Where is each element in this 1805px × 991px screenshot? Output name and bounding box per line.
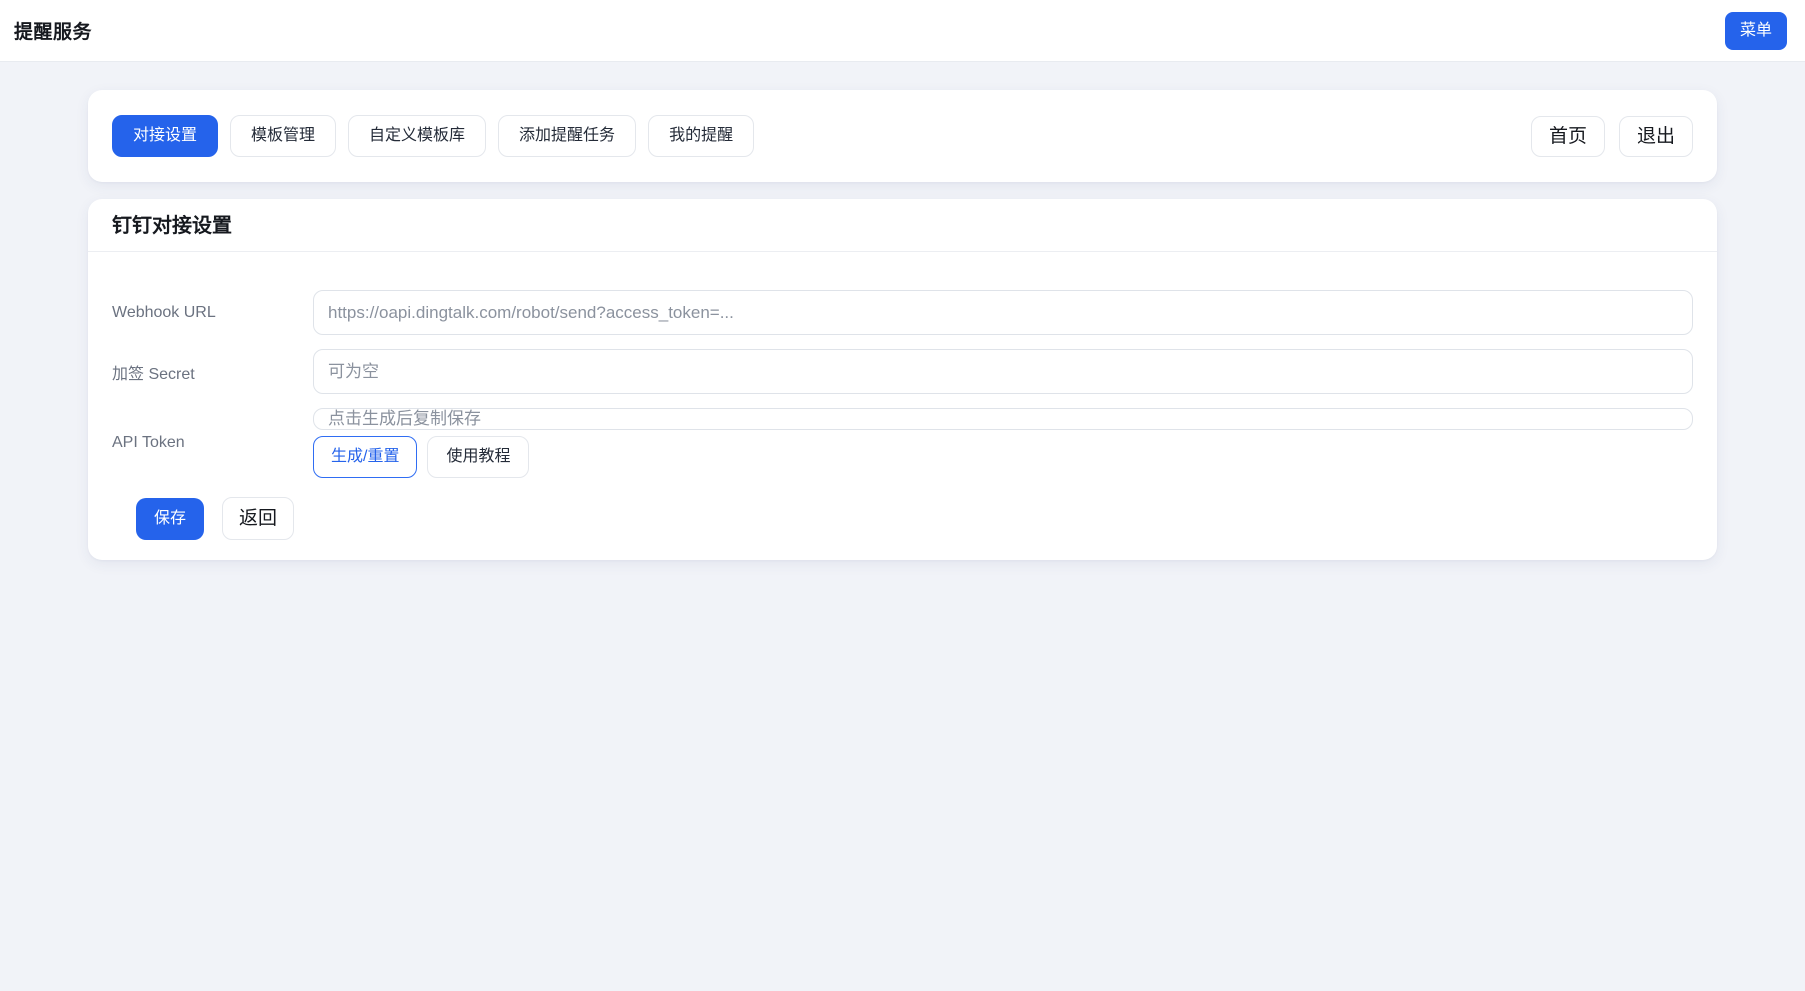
exit-button[interactable]: 退出 <box>1618 115 1693 157</box>
api-token-label: API Token <box>112 434 185 451</box>
app-header: 提醒服务 菜单 <box>0 0 1805 62</box>
save-button[interactable]: 保存 <box>136 497 205 540</box>
tab-connection-settings[interactable]: 对接设置 <box>112 115 219 157</box>
tutorial-button[interactable]: 使用教程 <box>427 436 530 478</box>
tab-template-management[interactable]: 模板管理 <box>230 115 337 157</box>
tab-bar: 对接设置 模板管理 自定义模板库 添加提醒任务 我的提醒 首页 退出 <box>88 90 1717 182</box>
webhook-url-label: Webhook URL <box>112 303 216 321</box>
tab-my-reminders[interactable]: 我的提醒 <box>648 115 755 157</box>
api-token-actions: 生成/重置 使用教程 <box>313 436 1693 478</box>
nav-right-group: 首页 退出 <box>1530 115 1693 157</box>
tab-custom-template-library[interactable]: 自定义模板库 <box>348 115 487 157</box>
menu-button[interactable]: 菜单 <box>1724 11 1787 50</box>
webhook-url-input[interactable] <box>313 290 1693 335</box>
webhook-url-row: Webhook URL <box>112 290 1693 335</box>
back-button[interactable]: 返回 <box>222 497 295 540</box>
app-title: 提醒服务 <box>14 22 93 43</box>
main-container: 对接设置 模板管理 自定义模板库 添加提醒任务 我的提醒 首页 退出 钉钉对接设… <box>88 90 1717 560</box>
settings-card-title: 钉钉对接设置 <box>112 215 232 237</box>
generate-reset-button[interactable]: 生成/重置 <box>313 436 418 478</box>
form-actions: 保存 返回 <box>112 497 1693 540</box>
secret-label: 加签 Secret <box>112 365 195 383</box>
api-token-input[interactable] <box>313 408 1693 430</box>
home-button[interactable]: 首页 <box>1530 115 1605 157</box>
settings-form: Webhook URL 加签 Secret API Token 生成/重置 使用… <box>88 252 1717 540</box>
tab-add-reminder-task[interactable]: 添加提醒任务 <box>498 115 637 157</box>
settings-card-header: 钉钉对接设置 <box>88 199 1717 252</box>
tab-group: 对接设置 模板管理 自定义模板库 添加提醒任务 我的提醒 <box>112 115 755 157</box>
settings-card: 钉钉对接设置 Webhook URL 加签 Secret API Token 生… <box>88 199 1717 560</box>
api-token-column: 生成/重置 使用教程 <box>313 408 1693 478</box>
api-token-row: API Token 生成/重置 使用教程 <box>112 408 1693 478</box>
secret-row: 加签 Secret <box>112 349 1693 394</box>
secret-input[interactable] <box>313 349 1693 394</box>
